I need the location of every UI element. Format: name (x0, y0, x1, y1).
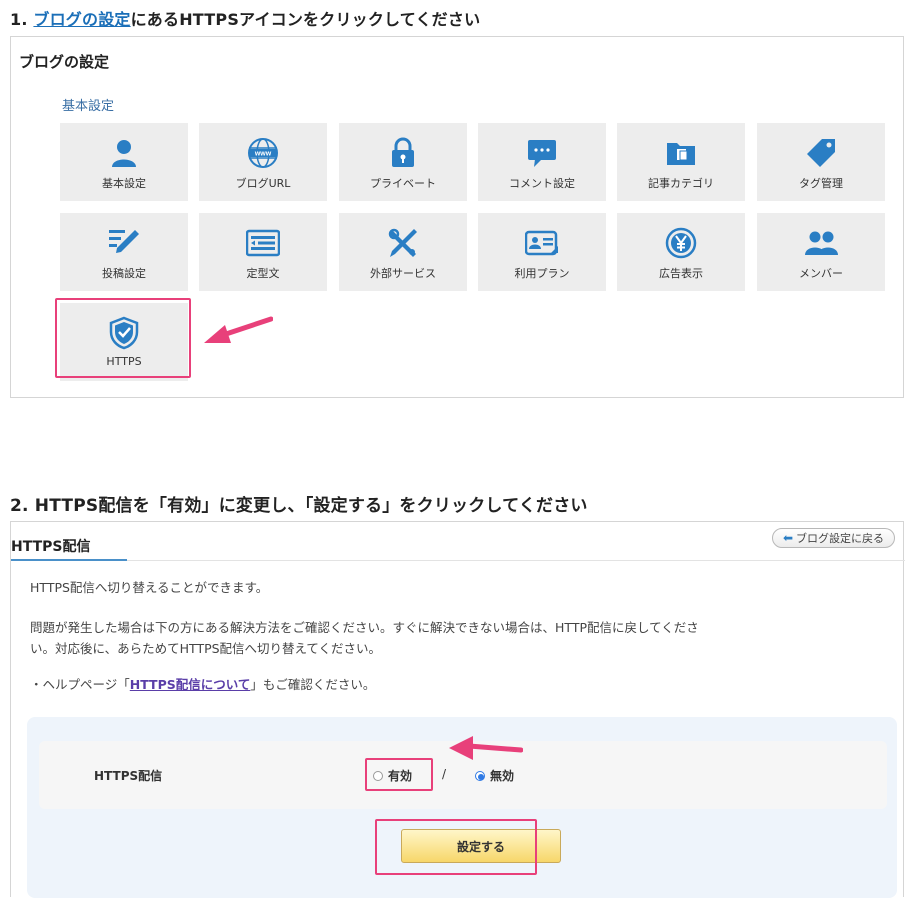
panel-title: ブログの設定 (19, 53, 110, 71)
help-text: ・ヘルプページ「HTTPS配信について」もご確認ください。 (30, 674, 375, 695)
blog-settings-link[interactable]: ブログの設定 (33, 10, 130, 29)
tile-label: プライベート (370, 177, 436, 190)
svg-text:www: www (254, 151, 272, 158)
help-link[interactable]: HTTPS配信について (130, 677, 251, 692)
submit-highlight-box (375, 819, 537, 875)
tile-private[interactable]: プライベート (339, 123, 467, 201)
tile-label: タグ管理 (799, 177, 843, 190)
https-settings-panel: HTTPS配信 ⬅ ブログ設定に戻る HTTPS配信へ切り替えることができます。… (10, 521, 905, 898)
notice-line-2: い。対応後に、あらためてHTTPS配信へ切り替えてください。 (30, 641, 382, 656)
yen-icon (663, 226, 699, 260)
tile-usage-plan[interactable]: 利用プラン (478, 213, 606, 291)
https-form: HTTPS配信 有効 / 無効 設定する (27, 717, 897, 898)
tile-ad-display[interactable]: 広告表示 (617, 213, 745, 291)
pointer-arrow-icon (204, 316, 273, 343)
arrow-left-icon: ⬅ (782, 531, 793, 545)
tile-label: 定型文 (246, 267, 280, 280)
members-icon (803, 226, 839, 260)
tile-label: メンバー (799, 267, 843, 280)
pointer-arrow-icon (449, 736, 523, 760)
notice-text: 問題が発生した場合は下の方にある解決方法をご確認ください。すぐに解決できない場合… (30, 617, 699, 659)
help-suffix: 」もご確認ください。 (250, 677, 376, 692)
user-icon (106, 136, 142, 170)
tile-label: 投稿設定 (102, 267, 146, 280)
tile-label: 広告表示 (659, 267, 703, 280)
tile-label: 記事カテゴリ (648, 177, 714, 190)
step1-number: 1. (10, 10, 28, 29)
tile-template-text[interactable]: 定型文 (199, 213, 327, 291)
tile-tag-management[interactable]: タグ管理 (757, 123, 885, 201)
comment-bubble-icon (524, 136, 560, 170)
tile-post-settings[interactable]: 投稿設定 (60, 213, 188, 291)
lock-icon (385, 136, 421, 170)
blog-settings-panel: ブログの設定 基本設定 基本設定 www ブログURL プライベート コメント設… (10, 36, 904, 398)
www-globe-icon: www (245, 136, 281, 170)
pencil-icon (106, 226, 142, 260)
tile-label: 基本設定 (102, 177, 146, 190)
enable-highlight-box (365, 758, 433, 791)
tile-label: 外部サービス (370, 267, 436, 280)
tile-label: ブログURL (235, 177, 291, 190)
step2-heading: 2. HTTPS配信を「有効」に変更し、「設定する」をクリックしてください (10, 496, 588, 516)
tile-article-category[interactable]: 記事カテゴリ (617, 123, 745, 201)
template-list-icon (245, 226, 281, 260)
https-field-label: HTTPS配信 (94, 769, 163, 783)
tools-icon (385, 226, 421, 260)
tile-external-service[interactable]: 外部サービス (339, 213, 467, 291)
tile-label: コメント設定 (509, 177, 575, 190)
radio-disable-circle[interactable] (475, 770, 485, 781)
https-setting-row: HTTPS配信 有効 / 無効 (39, 736, 887, 809)
tile-label: 利用プラン (514, 267, 570, 280)
title-underline (11, 559, 127, 561)
tile-comment-settings[interactable]: コメント設定 (478, 123, 606, 201)
folder-icon (663, 136, 699, 170)
back-to-blog-settings-button[interactable]: ⬅ ブログ設定に戻る (771, 528, 895, 548)
https-highlight-box (55, 298, 191, 378)
tag-icon (803, 136, 839, 170)
intro-text: HTTPS配信へ切り替えることができます。 (30, 580, 269, 595)
back-button-label: ブログ設定に戻る (796, 532, 884, 545)
step1-heading: 1. ブログの設定にあるHTTPSアイコンをクリックしてください (10, 6, 480, 30)
title-divider (11, 560, 905, 561)
tile-basic-settings[interactable]: 基本設定 (60, 123, 188, 201)
id-card-icon (524, 226, 560, 260)
notice-line-1: 問題が発生した場合は下の方にある解決方法をご確認ください。すぐに解決できない場合… (30, 620, 699, 635)
tile-blog-url[interactable]: www ブログURL (199, 123, 327, 201)
section-label: 基本設定 (62, 99, 115, 114)
tile-members[interactable]: メンバー (757, 213, 885, 291)
step1-instruction: にあるHTTPSアイコンをクリックしてください (130, 10, 481, 29)
help-prefix: ・ヘルプページ「 (30, 677, 130, 692)
